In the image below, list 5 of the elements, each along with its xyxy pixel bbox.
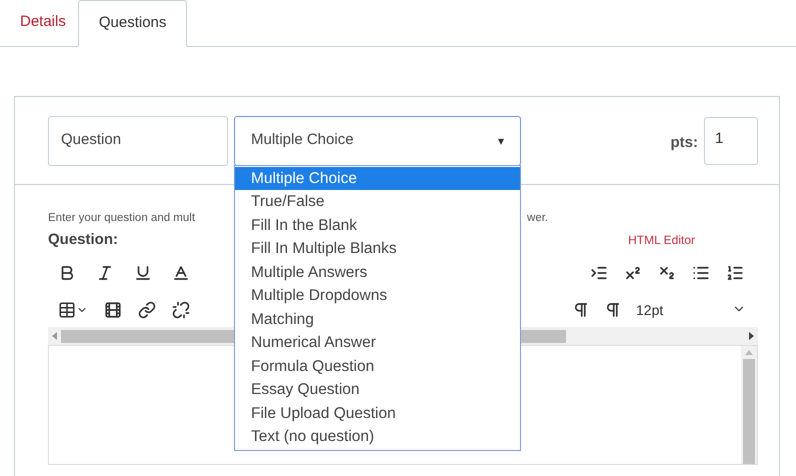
question-label: Question: <box>48 230 118 250</box>
points-label: pts: <box>670 133 698 154</box>
instructions-text: Enter your question and mult <box>48 210 196 226</box>
instructions-text: wer. <box>527 210 548 226</box>
caret-icon: ▾ <box>498 132 504 150</box>
